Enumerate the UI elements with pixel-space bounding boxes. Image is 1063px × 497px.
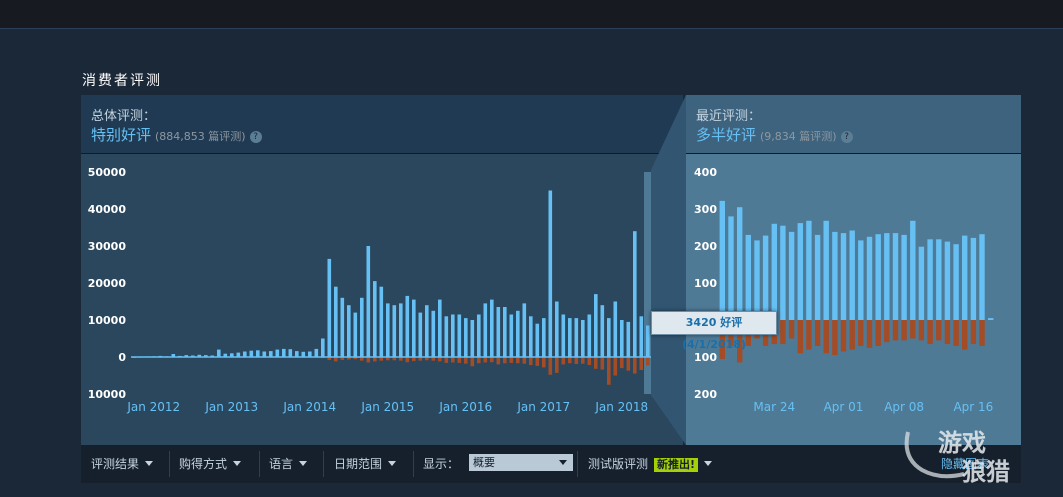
recent-negative-bar [918, 320, 925, 341]
chevron-down-icon [233, 461, 242, 466]
recent-negative-bar [884, 320, 890, 343]
divider [577, 451, 578, 477]
divider [259, 451, 260, 477]
recent-negative-bar [910, 320, 916, 339]
divider [323, 451, 324, 477]
language-dropdown[interactable]: 语言 [269, 445, 308, 483]
recent-negative-bar [944, 320, 951, 345]
recent-positive-bar [979, 234, 985, 320]
recent-positive-bar [849, 230, 855, 320]
chevron-down-icon [145, 461, 154, 466]
recent-negative-bar [840, 320, 847, 352]
date-range-dropdown[interactable]: 日期范围 [334, 445, 397, 483]
recent-positive-bar [988, 318, 994, 320]
watermark-line2: 狼猎 [962, 458, 1010, 486]
site-watermark-logo: 游戏 狼猎 [904, 429, 1010, 486]
recent-negative-bar [901, 320, 907, 341]
recent-positive-bar [962, 235, 968, 320]
chevron-down-icon [299, 461, 308, 466]
recent-positive-bar [762, 235, 769, 320]
recent-positive-bar [884, 233, 890, 320]
recent-positive-bar [728, 216, 734, 320]
recent-positive-bar [875, 234, 881, 320]
recent-negative-bar [927, 320, 933, 345]
divider [413, 451, 414, 477]
recent-negative-bar [788, 320, 795, 339]
date-range-label: 日期范围 [334, 457, 383, 471]
recent-x-tick-label: Apr 16 [953, 400, 993, 414]
recent-y-tick-label: 300 [694, 203, 717, 216]
recent-positive-bar [840, 233, 847, 320]
language-label: 语言 [269, 457, 294, 471]
recent-negative-bar [806, 320, 812, 350]
recent-negative-bar [780, 320, 786, 345]
recent-negative-bar [832, 320, 838, 356]
recent-positive-bar [866, 236, 873, 321]
recent-negative-bar [849, 320, 855, 350]
recent-positive-bar [754, 240, 760, 320]
recent-positive-bar [832, 231, 838, 320]
recent-negative-bar [936, 320, 942, 341]
recent-negative-bar [953, 320, 959, 346]
recent-negative-bar [979, 320, 985, 346]
recent-positive-bar [771, 223, 777, 320]
recent-negative-bar [875, 320, 881, 346]
beta-reviews-label: 测试版评测 [588, 457, 649, 471]
recent-x-tick-label: Apr 08 [884, 400, 924, 414]
chevron-down-icon [704, 461, 713, 466]
display-select[interactable]: 概要 [469, 454, 573, 471]
recent-negative-bar [814, 320, 821, 346]
recent-x-tick-label: Apr 01 [824, 400, 864, 414]
recent-positive-bar [892, 233, 899, 320]
chevron-down-icon [388, 461, 397, 466]
recent-negative-bar [858, 320, 864, 346]
recent-positive-bar [944, 241, 951, 320]
recent-positive-bar [780, 225, 786, 320]
display-select-value: 概要 [473, 456, 495, 469]
bar-tooltip: 3420 好评 (4/1/2018) [651, 311, 777, 351]
recent-y-tick-label: 100 [694, 277, 717, 290]
recent-positive-bar [806, 220, 812, 320]
recent-positive-bar [910, 220, 916, 320]
recent-positive-bar [927, 239, 933, 320]
recent-positive-bar [737, 207, 743, 320]
recent-negative-bar [797, 320, 803, 354]
recent-positive-bar [918, 246, 925, 320]
recent-y-tick-label: 200 [694, 240, 717, 253]
beta-reviews-dropdown[interactable]: 测试版评测 新推出! [588, 445, 713, 483]
recent-positive-bar [936, 239, 942, 320]
recent-positive-bar [788, 231, 795, 320]
chevron-down-icon [559, 460, 567, 465]
recent-positive-bar [797, 223, 803, 320]
recent-y-tick-label: 400 [694, 166, 717, 179]
recent-positive-bar [970, 237, 977, 320]
watermark-line1: 游戏 [938, 429, 986, 457]
recent-negative-bar [970, 320, 977, 345]
recent-x-tick-label: Mar 24 [753, 400, 795, 414]
recent-positive-bar [745, 234, 751, 320]
purchase-type-dropdown[interactable]: 购得方式 [179, 445, 242, 483]
recent-y-tick-label: 200 [694, 388, 717, 401]
review-filter-toolbar: 评测结果 购得方式 语言 日期范围 显示： 概要 测试版评测 新推出! 隐藏图表 [81, 445, 1021, 483]
recent-negative-bar [892, 320, 899, 341]
purchase-type-label: 购得方式 [179, 457, 228, 471]
new-badge: 新推出! [654, 458, 699, 472]
recent-positive-bar [901, 234, 907, 320]
recent-positive-bar [719, 200, 725, 320]
recent-negative-bar [962, 320, 968, 350]
recent-positive-bar [953, 244, 959, 320]
recent-positive-bar [814, 234, 821, 320]
recent-negative-bar [823, 320, 829, 354]
recent-negative-bar [866, 320, 873, 348]
filter-results-label: 评测结果 [91, 457, 140, 471]
recent-positive-bar [823, 220, 829, 320]
divider [169, 451, 170, 477]
filter-results-dropdown[interactable]: 评测结果 [91, 445, 154, 483]
recent-positive-bar [858, 240, 864, 320]
display-label: 显示： [423, 457, 460, 471]
